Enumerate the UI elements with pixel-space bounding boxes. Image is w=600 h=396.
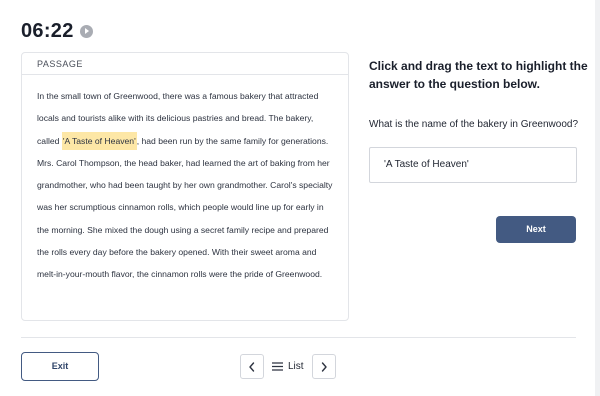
chevron-left-icon	[249, 361, 255, 372]
prev-button[interactable]	[240, 354, 264, 379]
question: What is the name of the bakery in Greenw…	[369, 119, 579, 130]
question-navigation: List	[240, 354, 336, 379]
timer-row: 06:22	[21, 19, 93, 43]
passage-text-after[interactable]: , had been run by the same family for ge…	[37, 136, 332, 280]
exit-button[interactable]: Exit	[21, 352, 99, 381]
next-button[interactable]: Next	[496, 216, 576, 243]
passage-header: PASSAGE	[22, 53, 348, 75]
list-icon	[272, 362, 283, 371]
timer: 06:22	[21, 20, 74, 42]
next-arrow-button[interactable]	[311, 354, 336, 379]
chevron-right-icon	[321, 361, 327, 372]
highlighted-answer[interactable]: 'A Taste of Heaven'	[61, 131, 137, 150]
answer-field[interactable]: 'A Taste of Heaven'	[369, 147, 577, 183]
instructions: Click and drag the text to highlight the…	[369, 59, 588, 91]
passage-panel: PASSAGE In the small town of Greenwood, …	[21, 52, 349, 321]
divider	[21, 337, 576, 338]
passage-text[interactable]: In the small town of Greenwood, there wa…	[22, 75, 348, 286]
scrollbar-track[interactable]	[595, 0, 600, 396]
play-icon[interactable]	[79, 24, 93, 38]
list-label: List	[288, 361, 304, 372]
list-button[interactable]: List	[272, 354, 304, 379]
